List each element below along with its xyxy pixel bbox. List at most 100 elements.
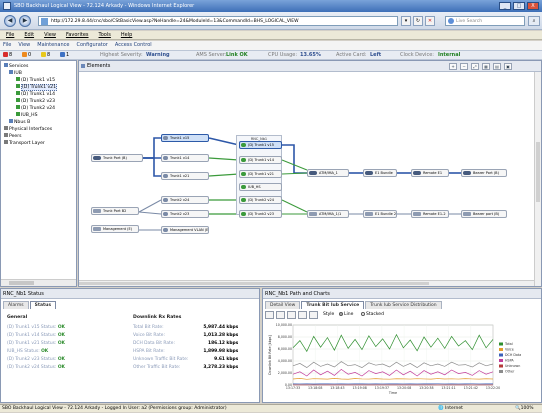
tab-status[interactable]: Status <box>30 301 56 309</box>
general-row: (D) Trunk1 v21 Status: OK <box>7 341 65 346</box>
back-button[interactable]: ◀ <box>4 15 16 27</box>
area-chart-icon[interactable] <box>287 311 296 319</box>
tab-detail-view[interactable]: Detail View <box>265 301 300 309</box>
window-controls: _ □ X <box>499 2 539 10</box>
node-cluster-trunk2-v24[interactable]: (D) Trunk2 v24 <box>239 196 282 204</box>
line-chart-icon[interactable] <box>276 311 285 319</box>
node-trunk2-v24[interactable]: Trunk2 v24 <box>161 196 209 204</box>
transport-icon <box>4 140 8 144</box>
trunk-icon <box>16 84 20 88</box>
menu-file[interactable]: File <box>6 31 14 39</box>
maximize-button[interactable]: □ <box>513 2 525 10</box>
node-e1-bundle[interactable]: E1 Bundle <box>363 169 397 177</box>
elements-horizontal-scrollbar[interactable] <box>79 280 534 286</box>
tree-item-transport-layer[interactable]: Transport Layer <box>4 140 45 147</box>
tree-item-trunk2-v23[interactable]: (D) Trunk2 v23 <box>16 98 55 105</box>
tree-item-iub[interactable]: IUB <box>9 70 22 77</box>
zoom-out-icon[interactable]: − <box>460 63 468 70</box>
alarm-count-critical[interactable]: 8 <box>3 51 12 60</box>
menu-tools[interactable]: Tools <box>99 31 111 39</box>
tree-item-iub-hs[interactable]: IUB_HS <box>16 112 38 119</box>
node-management-vlan[interactable]: Management VLAN (E) <box>161 226 209 234</box>
tree-item-trunk1-v14[interactable]: (D) Trunk1 v14 <box>16 91 55 98</box>
node-e1-bundle-2[interactable]: E1 Bundle 2 <box>363 210 397 218</box>
menu-favorites[interactable]: Favorites <box>66 31 89 39</box>
tree-horizontal-scrollbar[interactable] <box>1 279 76 286</box>
app-menu-configurator[interactable]: Configurator <box>76 41 107 50</box>
fit-icon[interactable]: ⤢ <box>471 63 479 70</box>
highest-severity-value: Warning <box>146 51 170 60</box>
x-tick-label: 13:22:20 <box>486 386 500 390</box>
alarm-count-major[interactable]: 0 <box>22 51 31 60</box>
node-trunk-port-b[interactable]: Trunk Port (B) <box>91 154 143 162</box>
style-line-radio[interactable]: Line <box>339 311 353 319</box>
node-trunk1-v21[interactable]: Trunk1 v21 <box>161 172 209 180</box>
print-icon[interactable] <box>309 311 318 319</box>
scroll-thumb[interactable] <box>79 282 429 285</box>
save-icon[interactable] <box>265 311 274 319</box>
elements-panel: Elements + − ⤢ ▦ ▤ ▣ <box>78 60 542 287</box>
zoom-in-icon[interactable]: + <box>449 63 457 70</box>
tree-item-trunk1-v15[interactable]: (D) Trunk1 v15 <box>16 77 55 84</box>
app-menu-file[interactable]: File <box>3 41 11 50</box>
node-bearer-port-b[interactable]: Bearer Port (B) <box>461 169 507 177</box>
app-menu-access-control[interactable]: Access Control <box>115 41 152 50</box>
clock-device-value: Internal <box>438 51 460 60</box>
forward-button[interactable]: ▶ <box>19 15 31 27</box>
tab-trunk-iub-distribution[interactable]: Trunk Iub Service Distribution <box>365 301 441 309</box>
tree-item-physical-interfaces[interactable]: Physical Interfaces <box>4 126 52 133</box>
scroll-thumb[interactable] <box>536 142 540 202</box>
menu-edit[interactable]: Edit <box>24 31 34 39</box>
alarm-count-warning[interactable]: 1 <box>60 51 69 60</box>
y-tick-label: 6,000.00 <box>278 347 292 351</box>
node-trunk2-v23[interactable]: Trunk2 v23 <box>161 210 209 218</box>
minimize-button[interactable]: _ <box>499 2 511 10</box>
tree-item-trunk2-v24[interactable]: (D) Trunk2 v24 <box>16 105 55 112</box>
search-input[interactable]: Live Search <box>445 16 525 26</box>
node-remote-e1[interactable]: Remote E1 <box>411 169 449 177</box>
layout-icon[interactable]: ▦ <box>482 63 490 70</box>
menu-help[interactable]: Help <box>121 31 132 39</box>
node-remote-e1-2[interactable]: Remote E1-2 <box>411 210 449 218</box>
node-management-e[interactable]: Management (E) <box>91 225 139 233</box>
address-dropdown-button[interactable]: ▾ <box>401 16 411 26</box>
scroll-thumb[interactable] <box>9 281 34 285</box>
elements-vertical-scrollbar[interactable] <box>534 72 541 286</box>
path-panel-title: RNC_Nb1 Path and Charts <box>265 291 330 297</box>
node-cluster-trunk1-v21[interactable]: (D) Trunk1 v21 <box>239 170 282 178</box>
node-atm-ima-1-1[interactable]: ATM/IMA_1/1 <box>307 210 349 218</box>
print-icon[interactable]: ▤ <box>493 63 501 70</box>
app-menu-maintenance[interactable]: Maintenance <box>37 41 69 50</box>
alarm-count-minor[interactable]: 8 <box>41 51 50 60</box>
node-bearer-port-b-2[interactable]: Bearer port (B) <box>461 210 507 218</box>
tree-item-nbus-b[interactable]: Nbus B <box>9 119 30 126</box>
tab-trunk-bit-iub[interactable]: Trunk Bit Iub Service <box>301 301 364 309</box>
node-cluster-iub-hs[interactable]: IUB_HS <box>239 183 282 191</box>
address-toolbar: ◀ ▶ http://172.29.8.44/cnc/sbo/CStBasicV… <box>0 12 542 30</box>
style-stacked-radio[interactable]: Stacked <box>361 311 384 319</box>
chart-tabs: Detail View Trunk Bit Iub Service Trunk … <box>265 301 442 309</box>
stop-button[interactable]: ✕ <box>425 16 435 26</box>
node-trunk-port-b2[interactable]: Trunk Port B2 <box>91 207 139 215</box>
menu-view[interactable]: View <box>44 31 56 39</box>
general-row: IUB_HS Status: OK <box>7 349 48 354</box>
bar-chart-icon[interactable] <box>298 311 307 319</box>
tree-item-trunk1-v21[interactable]: (D) Trunk1 v21 <box>16 84 57 91</box>
export-icon[interactable]: ▣ <box>504 63 512 70</box>
node-trunk1-v15[interactable]: Trunk1 v15 <box>161 134 209 142</box>
node-cluster-trunk1-v15[interactable]: (D) Trunk1 v15 <box>239 141 282 149</box>
app-menu-view[interactable]: View <box>18 41 30 50</box>
address-bar[interactable]: http://172.29.8.44/cnc/sbo/CStBasicView.… <box>38 16 398 26</box>
node-trunk1-v14[interactable]: Trunk1 v14 <box>161 154 209 162</box>
tree-item-peers[interactable]: Peers <box>4 133 22 140</box>
tab-alarms[interactable]: Alarms <box>3 301 29 309</box>
node-cluster-trunk1-v14[interactable]: (D) Trunk1 v14 <box>239 156 282 164</box>
close-button[interactable]: X <box>527 2 539 10</box>
refresh-button[interactable]: ↻ <box>413 16 423 26</box>
node-cluster-trunk2-v23[interactable]: (D) Trunk2 v23 <box>239 210 282 218</box>
search-button[interactable]: ⌕ <box>528 16 540 26</box>
chart-toolbar: Style Line Stacked <box>265 311 535 320</box>
tree-item-services[interactable]: Services <box>4 63 28 70</box>
downlink-row: Unknown Traffic Bit Rate:9.61 kbps <box>133 357 238 362</box>
node-atm-ima-1[interactable]: ATM/IMA_1 <box>307 169 349 177</box>
